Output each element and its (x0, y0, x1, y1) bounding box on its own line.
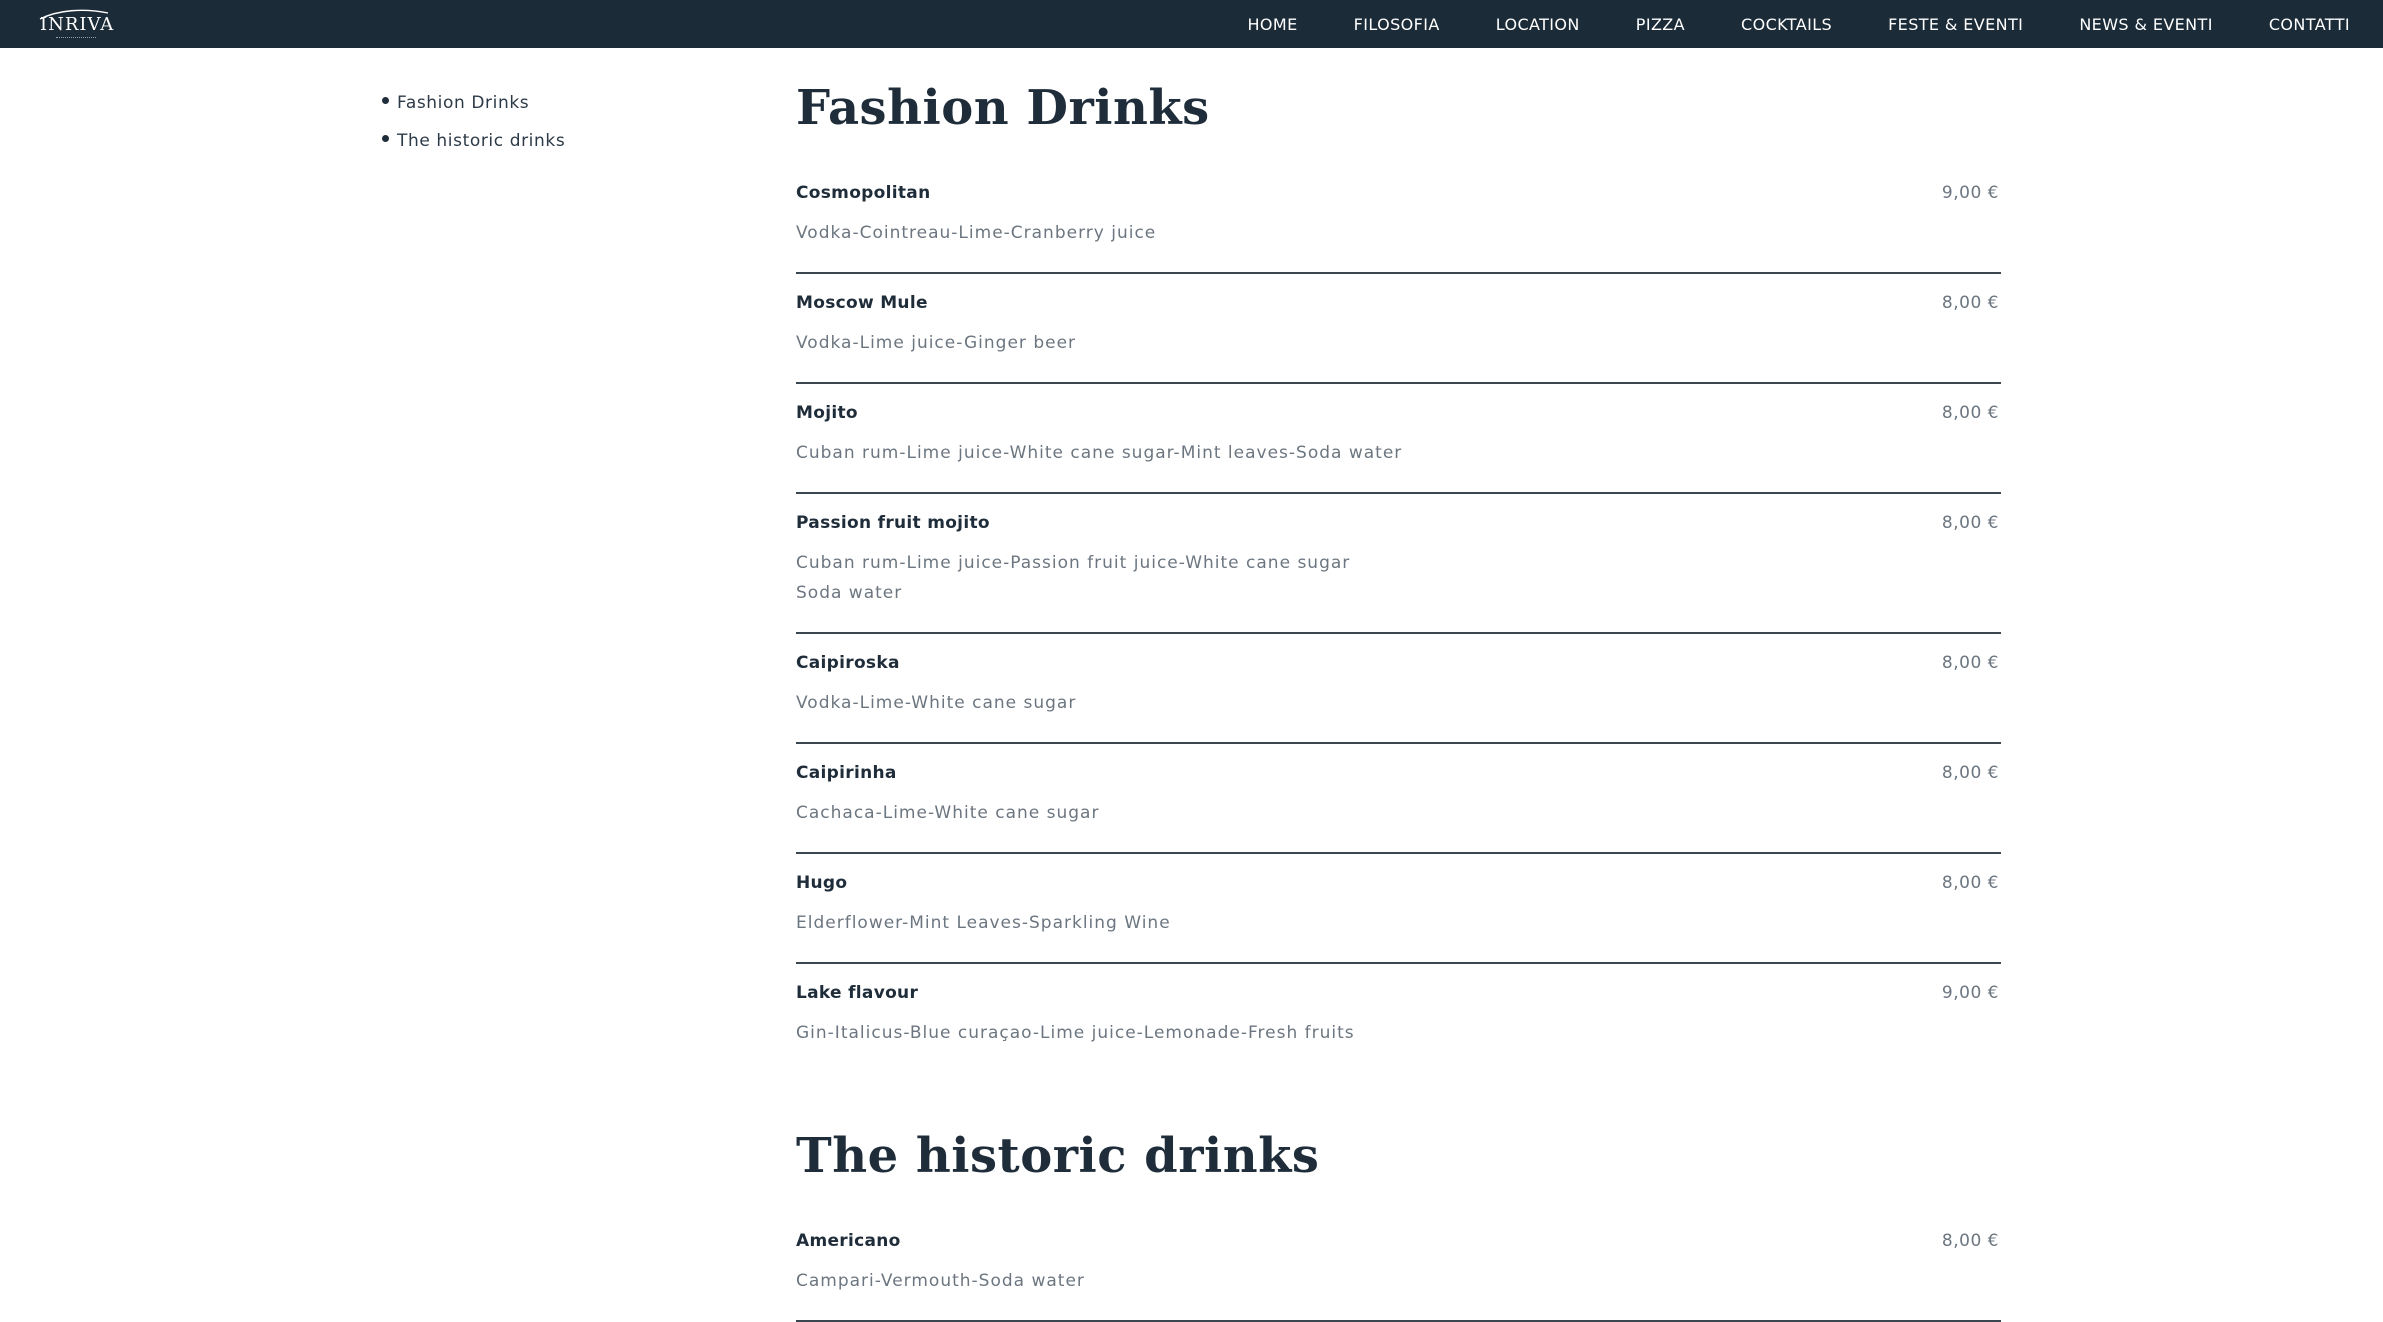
item-description: Gin-Italicus-Blue curaçao-Lime juice-Lem… (796, 1018, 2001, 1048)
item-description: Vodka-Cointreau-Lime-Cranberry juice (796, 218, 2001, 248)
item-name: Mojito (796, 403, 858, 423)
description-line: Cuban rum-Lime juice-White cane sugar-Mi… (796, 443, 1403, 463)
nav-feste-eventi[interactable]: FESTE & EVENTI (1888, 15, 2023, 34)
item-description: Cuban rum-Lime juice-White cane sugar-Mi… (796, 438, 2001, 468)
section-title: Fashion Drinks (796, 80, 1210, 136)
anchor-label: Fashion Drinks (397, 93, 530, 113)
item-name: Caipirinha (796, 763, 897, 783)
item-name: Cosmopolitan (796, 183, 931, 203)
item-price: 9,00 € (1941, 183, 1999, 203)
item-price: 9,00 € (1941, 983, 1999, 1003)
main-nav: HOME FILOSOFIA LOCATION PIZZA COCKTAILS … (1191, 0, 2350, 48)
item-price: 8,00 € (1941, 653, 1999, 673)
anchor-label: The historic drinks (397, 131, 566, 151)
nav-filosofia[interactable]: FILOSOFIA (1354, 15, 1440, 34)
item-name: Americano (796, 1231, 901, 1251)
description-line: Vodka-Lime juice-Ginger beer (796, 333, 1077, 353)
item-description: Cuban rum-Lime juice-Passion fruit juice… (796, 548, 2001, 608)
item-description: Elderflower-Mint Leaves-Sparkling Wine (796, 908, 2001, 938)
description-line: Soda water (796, 583, 903, 603)
nav-contatti[interactable]: CONTATTI (2269, 15, 2350, 34)
nav-home[interactable]: HOME (1247, 15, 1297, 34)
description-line: Vodka-Cointreau-Lime-Cranberry juice (796, 223, 1157, 243)
menu-item: Mojito 8,00 € Cuban rum-Lime juice-White… (796, 384, 2001, 494)
section-historic-drinks: The historic drinks Americano 8,00 € Cam… (796, 1120, 2001, 1322)
menu-item: Caipiroska 8,00 € Vodka-Lime-White cane … (796, 634, 2001, 744)
item-description: Vodka-Lime juice-Ginger beer (796, 328, 2001, 358)
logo-tagline-mark (56, 37, 96, 39)
item-price: 8,00 € (1941, 1231, 1999, 1251)
menu-item: Cosmopolitan 9,00 € Vodka-Cointreau-Lime… (796, 164, 2001, 274)
description-line: Vodka-Lime-White cane sugar (796, 693, 1077, 713)
inriva-logo[interactable]: INRIVA (36, 8, 115, 42)
item-price: 8,00 € (1941, 293, 1999, 313)
section-fashion-drinks: Fashion Drinks Cosmopolitan 9,00 € Vodka… (796, 72, 2001, 1072)
description-line: Campari-Vermouth-Soda water (796, 1271, 1085, 1291)
item-name: Moscow Mule (796, 293, 928, 313)
description-line: Cuban rum-Lime juice-Passion fruit juice… (796, 553, 1351, 573)
item-description: Cachaca-Lime-White cane sugar (796, 798, 2001, 828)
item-price: 8,00 € (1941, 763, 1999, 783)
anchor-fashion-drinks[interactable]: Fashion Drinks (382, 84, 722, 122)
item-name: Passion fruit mojito (796, 513, 990, 533)
nav-news-eventi[interactable]: NEWS & EVENTI (2079, 15, 2213, 34)
item-name: Hugo (796, 873, 848, 893)
section-anchor-list: Fashion Drinks The historic drinks (382, 84, 722, 160)
cocktail-menu: Fashion Drinks Cosmopolitan 9,00 € Vodka… (796, 72, 2001, 1322)
nav-pizza[interactable]: PIZZA (1636, 15, 1685, 34)
top-navigation-bar: INRIVA HOME FILOSOFIA LOCATION PIZZA COC… (0, 0, 2383, 48)
item-price: 8,00 € (1941, 873, 1999, 893)
bullet-icon (382, 96, 389, 104)
nav-cocktails[interactable]: COCKTAILS (1741, 15, 1832, 34)
nav-location[interactable]: LOCATION (1496, 15, 1580, 34)
menu-item: Hugo 8,00 € Elderflower-Mint Leaves-Spar… (796, 854, 2001, 964)
item-name: Caipiroska (796, 653, 900, 673)
section-title: The historic drinks (796, 1128, 1320, 1184)
menu-item: Moscow Mule 8,00 € Vodka-Lime juice-Ging… (796, 274, 2001, 384)
menu-item: Americano 8,00 € Campari-Vermouth-Soda w… (796, 1212, 2001, 1322)
menu-item: Lake flavour 9,00 € Gin-Italicus-Blue cu… (796, 964, 2001, 1072)
item-description: Campari-Vermouth-Soda water (796, 1266, 2001, 1296)
logo-wordmark: INRIVA (40, 14, 115, 35)
item-description: Vodka-Lime-White cane sugar (796, 688, 2001, 718)
menu-item: Caipirinha 8,00 € Cachaca-Lime-White can… (796, 744, 2001, 854)
description-line: Elderflower-Mint Leaves-Sparkling Wine (796, 913, 1171, 933)
item-name: Lake flavour (796, 983, 919, 1003)
item-price: 8,00 € (1941, 513, 1999, 533)
menu-item: Passion fruit mojito 8,00 € Cuban rum-Li… (796, 494, 2001, 634)
description-line: Gin-Italicus-Blue curaçao-Lime juice-Lem… (796, 1023, 1355, 1043)
description-line: Cachaca-Lime-White cane sugar (796, 803, 1100, 823)
bullet-icon (382, 134, 389, 142)
item-price: 8,00 € (1941, 403, 1999, 423)
anchor-historic-drinks[interactable]: The historic drinks (382, 122, 722, 160)
